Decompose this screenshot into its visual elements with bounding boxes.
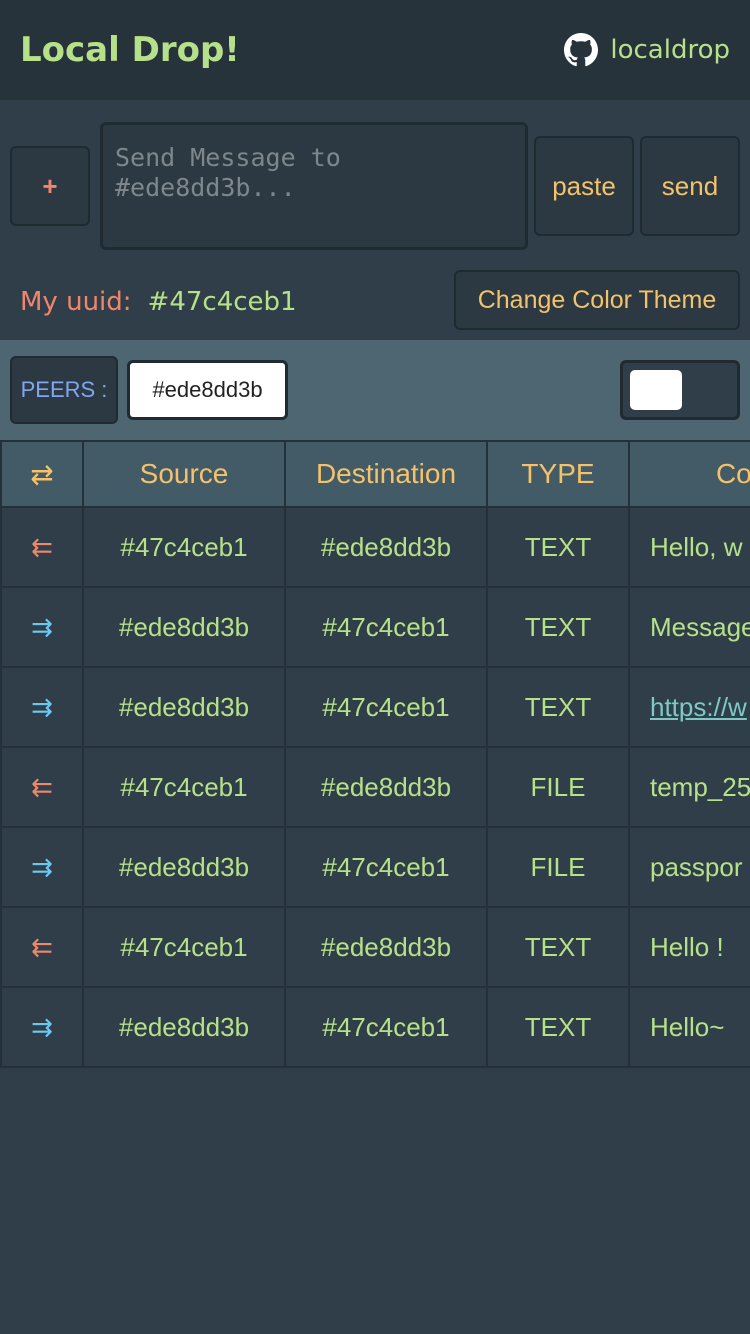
arrow-right-double-icon: ⇉ (0, 666, 84, 748)
app-root: Local Drop! localdrop + paste send My uu… (0, 0, 750, 1334)
peer-chip[interactable]: #ede8dd3b (127, 360, 288, 420)
type-cell: TEXT (486, 906, 630, 988)
content-cell[interactable]: temp_25 (628, 746, 750, 828)
source-cell: #ede8dd3b (82, 586, 286, 668)
source-cell: #ede8dd3b (82, 986, 286, 1068)
destination-cell: #47c4ceb1 (284, 666, 488, 748)
column-header-content: Content (628, 440, 750, 508)
github-repo-link[interactable]: localdrop (564, 30, 730, 70)
arrow-right-double-icon: ⇉ (0, 986, 84, 1068)
arrows-exchange-icon: ⇄ (0, 440, 84, 508)
type-cell: TEXT (486, 586, 630, 668)
arrow-left-double-icon: ⇇ (0, 506, 84, 588)
content-link[interactable]: https://w (650, 692, 747, 722)
destination-cell: #ede8dd3b (284, 506, 488, 588)
table-row[interactable]: ⇇ #47c4ceb1 #ede8dd3b FILE temp_25 (0, 746, 750, 828)
arrow-left-double-icon: ⇇ (0, 746, 84, 828)
content-cell[interactable]: passpor (628, 826, 750, 908)
column-header-destination: Destination (284, 440, 488, 508)
source-cell: #47c4ceb1 (82, 906, 286, 988)
app-title: Local Drop! (20, 30, 240, 70)
destination-cell: #ede8dd3b (284, 906, 488, 988)
toggle-switch[interactable] (620, 360, 740, 420)
source-cell: #47c4ceb1 (82, 746, 286, 828)
column-header-source: Source (82, 440, 286, 508)
table-row[interactable]: ⇉ #ede8dd3b #47c4ceb1 TEXT Message (0, 586, 750, 668)
type-cell: FILE (486, 746, 630, 828)
message-table: ⇄ Source Destination TYPE Content ⇇ #47c… (0, 440, 750, 1068)
paste-button[interactable]: paste (534, 136, 634, 236)
table-row[interactable]: ⇇ #47c4ceb1 #ede8dd3b TEXT Hello, w (0, 506, 750, 588)
top-bar: Local Drop! localdrop (0, 0, 750, 100)
message-composer: + paste send My uuid: #47c4ceb1 Change C… (0, 100, 750, 340)
type-cell: FILE (486, 826, 630, 908)
table-header-row: ⇄ Source Destination TYPE Content (0, 440, 750, 508)
peers-bar: PEERS : #ede8dd3b (0, 340, 750, 440)
content-cell[interactable]: Hello ! (628, 906, 750, 988)
arrow-right-double-icon: ⇉ (0, 586, 84, 668)
destination-cell: #47c4ceb1 (284, 586, 488, 668)
source-cell: #ede8dd3b (82, 826, 286, 908)
peers-label: PEERS : (10, 356, 118, 424)
table-row[interactable]: ⇉ #ede8dd3b #47c4ceb1 TEXT Hello~ (0, 986, 750, 1068)
source-cell: #ede8dd3b (82, 666, 286, 748)
type-cell: TEXT (486, 666, 630, 748)
uuid-value: #47c4ceb1 (147, 287, 297, 317)
content-cell[interactable]: Hello, w (628, 506, 750, 588)
destination-cell: #ede8dd3b (284, 746, 488, 828)
uuid-label: My uuid: (20, 287, 132, 317)
toggle-knob (630, 370, 682, 410)
destination-cell: #47c4ceb1 (284, 986, 488, 1068)
table-row[interactable]: ⇇ #47c4ceb1 #ede8dd3b TEXT Hello ! (0, 906, 750, 988)
type-cell: TEXT (486, 506, 630, 588)
send-button[interactable]: send (640, 136, 740, 236)
table-row[interactable]: ⇉ #ede8dd3b #47c4ceb1 FILE passpor (0, 826, 750, 908)
column-header-type: TYPE (486, 440, 630, 508)
message-table-wrapper[interactable]: ⇄ Source Destination TYPE Content ⇇ #47c… (0, 440, 750, 1068)
arrow-left-double-icon: ⇇ (0, 906, 84, 988)
table-row[interactable]: ⇉ #ede8dd3b #47c4ceb1 TEXT https://w (0, 666, 750, 748)
my-uuid-row: My uuid: #47c4ceb1 (20, 282, 297, 322)
content-cell[interactable]: Message (628, 586, 750, 668)
add-file-button[interactable]: + (10, 146, 90, 226)
destination-cell: #47c4ceb1 (284, 826, 488, 908)
type-cell: TEXT (486, 986, 630, 1068)
content-cell[interactable]: Hello~ (628, 986, 750, 1068)
content-cell[interactable]: https://w (628, 666, 750, 748)
repo-label: localdrop (610, 35, 730, 65)
github-icon (564, 33, 599, 67)
arrow-right-double-icon: ⇉ (0, 826, 84, 908)
message-input[interactable] (100, 122, 528, 250)
source-cell: #47c4ceb1 (82, 506, 286, 588)
change-color-theme-button[interactable]: Change Color Theme (454, 270, 740, 330)
